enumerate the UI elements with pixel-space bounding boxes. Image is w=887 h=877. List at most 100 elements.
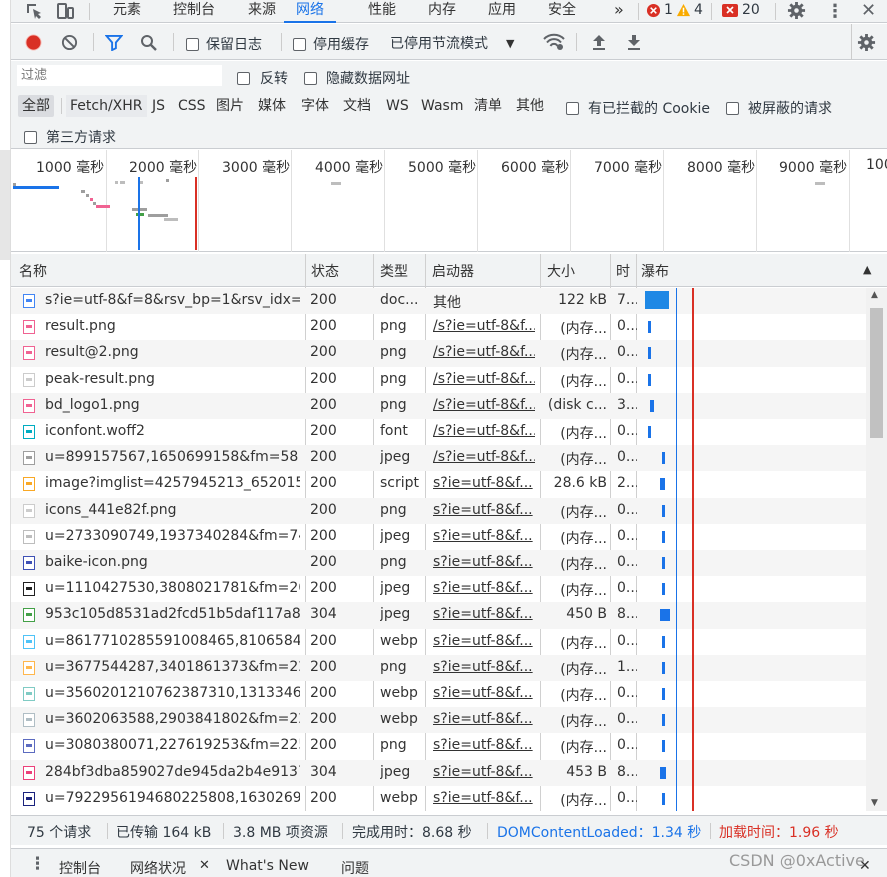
column-header-type[interactable]: 类型	[380, 261, 408, 281]
blocked-cookies-box[interactable]	[566, 101, 579, 115]
more-options-kebab-icon[interactable]: ⋮	[826, 1, 844, 22]
type-font[interactable]: 字体	[297, 95, 333, 117]
drawer-tab-whats-new[interactable]: What's New	[226, 858, 309, 874]
import-har-upload-icon[interactable]	[591, 33, 607, 51]
table-row[interactable]: 284bf3dba859027de945da2b4e9137... 304 jpeg…	[11, 759, 866, 786]
table-row[interactable]: u=3677544287,3401861373&fm=22... 200 png s?…	[11, 654, 866, 681]
row-initiator[interactable]: s?ie=utf-8&f...	[433, 606, 535, 622]
tab-application[interactable]: 应用	[488, 0, 516, 23]
settings-gear-icon[interactable]	[787, 1, 806, 20]
column-header-initiator[interactable]: 启动器	[432, 261, 474, 281]
table-row[interactable]: u=3080380071,227619253&fm=225... 200 png s?…	[11, 733, 866, 759]
type-fetch-xhr[interactable]: Fetch/XHR	[66, 95, 147, 117]
type-media[interactable]: 媒体	[254, 95, 290, 117]
invert-checkbox[interactable]: 反转	[237, 68, 288, 88]
blocked-cookies-checkbox[interactable]: 有已拦截的 Cookie	[566, 98, 710, 118]
row-initiator[interactable]: s?ie=utf-8&f...	[433, 475, 535, 491]
tab-console[interactable]: 控制台	[173, 0, 215, 23]
clear-icon[interactable]	[61, 34, 78, 51]
column-header-time[interactable]: 时	[616, 261, 630, 281]
type-all[interactable]: 全部	[18, 95, 54, 117]
row-initiator[interactable]: s?ie=utf-8&f...	[433, 633, 535, 649]
row-initiator[interactable]: /s?ie=utf-8&f...	[433, 449, 535, 465]
tab-performance[interactable]: 性能	[368, 0, 396, 23]
row-initiator[interactable]: /s?ie=utf-8&f...	[433, 397, 535, 413]
more-tabs-chevron-icon[interactable]: »	[614, 0, 624, 23]
third-party-box[interactable]	[24, 130, 37, 144]
warning-count-badge[interactable]: 4	[676, 2, 703, 18]
type-img[interactable]: 图片	[212, 95, 248, 117]
row-initiator[interactable]: s?ie=utf-8&f...	[433, 764, 535, 780]
drawer-tab-network-conditions[interactable]: 网络状况	[130, 858, 186, 877]
table-row[interactable]: u=899157567,1650699158&fm=58 200 jpeg/s?ie…	[11, 445, 866, 472]
column-header-name[interactable]: 名称	[19, 261, 47, 281]
table-row[interactable]: icons_441e82f.png 200 png s?ie=utf-8&f... (内…	[11, 497, 866, 524]
type-js[interactable]: JS	[148, 95, 169, 117]
device-toolbar-icon[interactable]	[57, 2, 75, 20]
search-icon[interactable]	[140, 34, 158, 52]
table-row[interactable]: 953c105d8531ad2fcd51b5daf117a8... 304 jpeg…	[11, 602, 866, 629]
type-wasm[interactable]: Wasm	[417, 95, 467, 117]
tab-elements[interactable]: 元素	[113, 0, 141, 23]
row-initiator[interactable]: /s?ie=utf-8&f...	[433, 344, 535, 360]
type-css[interactable]: CSS	[174, 95, 210, 117]
row-initiator[interactable]: /s?ie=utf-8&f...	[433, 318, 535, 334]
table-row[interactable]: u=8617710285591008465,81065845... 200 webp…	[11, 629, 866, 655]
tab-memory[interactable]: 内存	[428, 0, 456, 23]
inspect-element-icon[interactable]	[25, 2, 43, 20]
table-scrollbar[interactable]: ▲ ▼	[866, 288, 887, 811]
row-initiator[interactable]: s?ie=utf-8&f...	[433, 711, 535, 727]
row-initiator[interactable]: s?ie=utf-8&f...	[433, 790, 535, 806]
column-header-status[interactable]: 状态	[311, 261, 339, 281]
table-row[interactable]: result@2.png 200 png/s?ie=utf-8&f... (内存...…	[11, 340, 866, 367]
row-initiator[interactable]: /s?ie=utf-8&f...	[433, 371, 535, 387]
drawer-tab-console[interactable]: 控制台	[59, 858, 101, 877]
close-devtools-icon[interactable]: ✕	[861, 0, 876, 21]
row-initiator[interactable]: s?ie=utf-8&f...	[433, 737, 535, 753]
row-initiator[interactable]: /s?ie=utf-8&f...	[433, 423, 535, 439]
export-har-download-icon[interactable]	[626, 33, 642, 51]
table-row[interactable]: bd_logo1.png 200 png/s?ie=utf-8&f... (disk …	[11, 392, 866, 419]
tab-security[interactable]: 安全	[548, 0, 576, 23]
blocked-requests-checkbox[interactable]: 被屏蔽的请求	[726, 98, 832, 118]
type-other[interactable]: 其他	[512, 95, 548, 117]
scroll-down-arrow-icon[interactable]: ▼	[871, 798, 878, 808]
row-initiator[interactable]: s?ie=utf-8&f...	[433, 528, 535, 544]
drawer-menu-kebab-icon[interactable]: ⋮	[29, 854, 46, 874]
row-initiator[interactable]: s?ie=utf-8&f...	[433, 502, 535, 518]
preserve-log-checkbox[interactable]: 保留日志	[186, 34, 262, 54]
blocked-requests-box[interactable]	[726, 101, 739, 115]
table-row[interactable]: u=1110427530,3808021781&fm=203 200 jpeg s?i…	[11, 576, 866, 602]
row-initiator[interactable]: s?ie=utf-8&f...	[433, 685, 535, 701]
drawer-tab-issues[interactable]: 问题	[341, 858, 369, 877]
network-conditions-wifi-icon[interactable]	[543, 33, 565, 51]
row-initiator[interactable]: s?ie=utf-8&f...	[433, 659, 535, 675]
table-row[interactable]: image?imglist=4257945213_652015... 200 scr…	[11, 471, 866, 497]
table-row[interactable]: result.png 200 png/s?ie=utf-8&f... (内存... 0.…	[11, 314, 866, 340]
filter-input[interactable]	[17, 65, 222, 86]
hide-data-urls-box[interactable]	[304, 71, 317, 85]
scroll-up-arrow-icon[interactable]: ▲	[871, 290, 878, 300]
error-count-badge[interactable]: 1	[646, 2, 673, 18]
table-row[interactable]: baike-icon.png 200 png s?ie=utf-8&f... (内存..…	[11, 550, 866, 577]
column-header-size[interactable]: 大小	[547, 261, 575, 281]
record-icon[interactable]	[25, 34, 42, 51]
filter-funnel-icon[interactable]	[105, 34, 123, 51]
tab-network[interactable]: 网络	[284, 0, 336, 23]
row-initiator[interactable]: s?ie=utf-8&f...	[433, 554, 535, 570]
hide-data-urls-checkbox[interactable]: 隐藏数据网址	[304, 68, 410, 88]
invert-box[interactable]	[237, 71, 250, 85]
preserve-log-box[interactable]	[186, 37, 199, 51]
throttling-dropdown[interactable]: 已停用节流模式 ▼	[390, 33, 514, 53]
column-header-waterfall[interactable]: 瀑布	[641, 261, 669, 281]
scrollbar-thumb[interactable]	[870, 308, 883, 438]
tab-sources[interactable]: 来源	[248, 0, 276, 23]
close-tab-icon[interactable]: ✕	[199, 858, 210, 873]
table-row[interactable]: u=7922956194680225808,16302692... 200 webp…	[11, 786, 866, 811]
table-row[interactable]: u=2733090749,1937340284&fm=74... 200 jpeg s…	[11, 524, 866, 550]
table-row[interactable]: s?ie=utf-8&f=8&rsv_bp=1&rsv_idx=... 200 do…	[11, 288, 866, 315]
sort-ascending-icon[interactable]: ▲	[863, 263, 871, 276]
table-row[interactable]: u=3560201210762387310,13133468... 200 webp…	[11, 681, 866, 707]
network-overview-timeline[interactable]: 1000 毫秒 2000 毫秒 3000 毫秒 4000 毫秒 5000 毫秒 …	[11, 150, 887, 252]
type-ws[interactable]: WS	[382, 95, 413, 117]
